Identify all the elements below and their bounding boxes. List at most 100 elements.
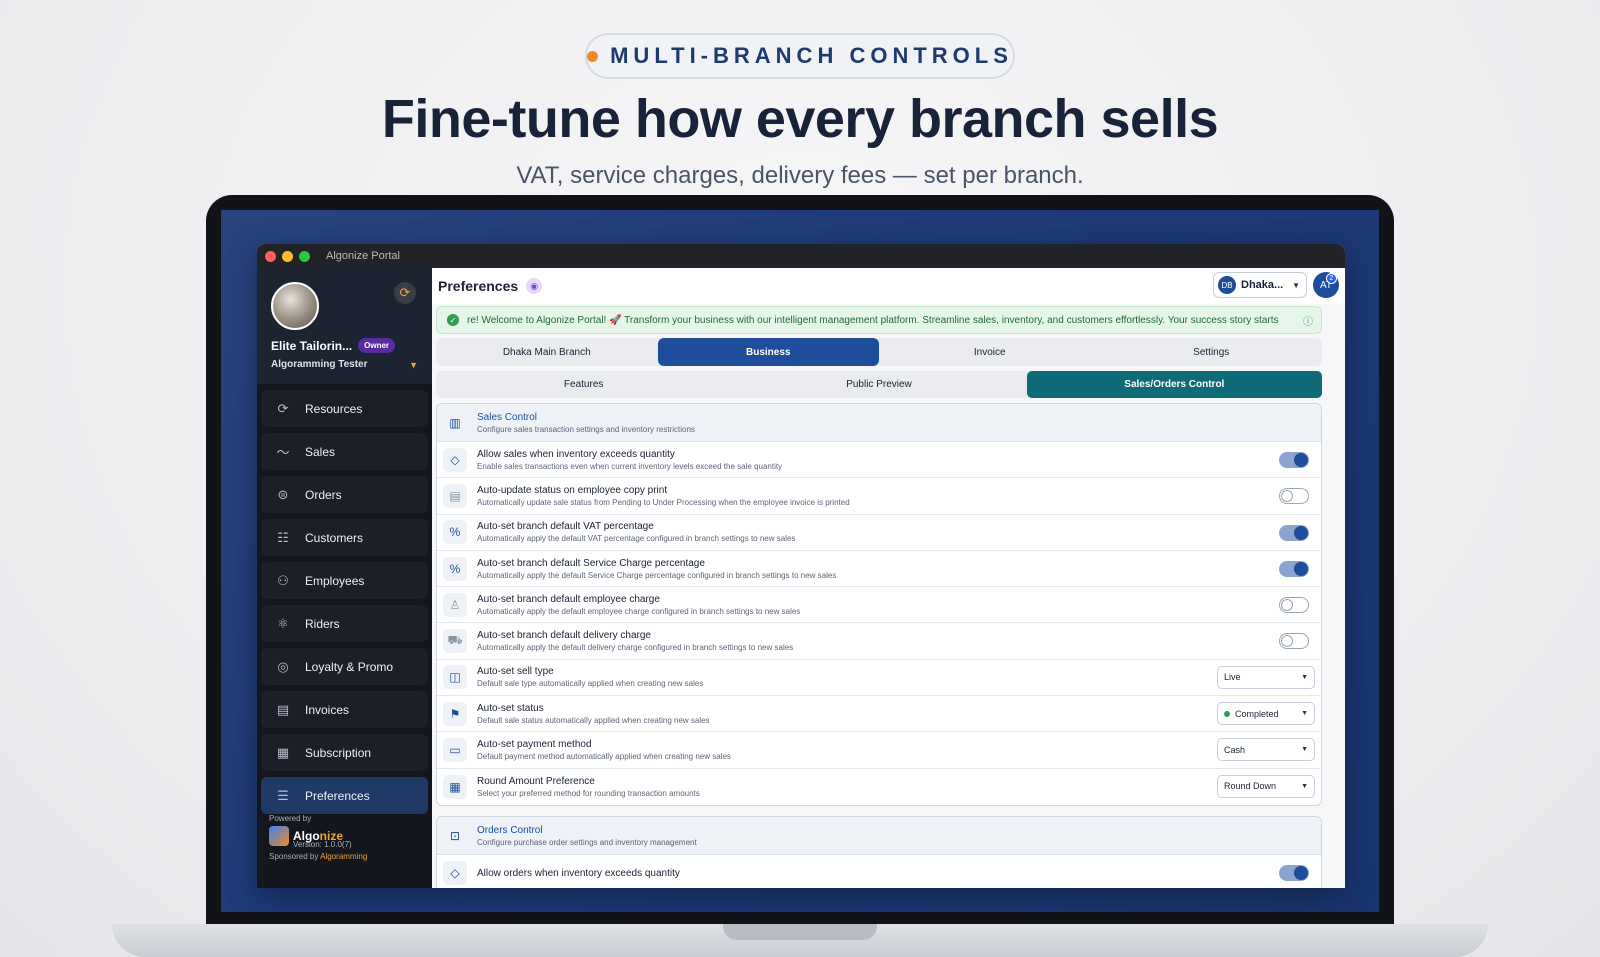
secondary-tabs: Features Public Preview Sales/Orders Con… [436, 371, 1322, 398]
setting-description: Enable sales transactions even when curr… [477, 461, 783, 471]
user-switcher[interactable]: Algoramming Tester ▼ [271, 359, 420, 370]
tab-business[interactable]: Business [657, 338, 879, 366]
tab-dhaka-main-branch[interactable]: Dhaka Main Branch [436, 338, 658, 366]
hero-subtitle: VAT, service charges, delivery fees — se… [516, 162, 1084, 189]
sidebar-item-riders[interactable]: ⚛ Riders [261, 605, 428, 642]
chevron-down-icon: ▼ [1301, 746, 1308, 754]
tag-icon: ◇ [443, 861, 467, 886]
status-dot-icon [1224, 710, 1230, 717]
app-window: Algonize Portal ⟳ Elite Tailorin... Owne… [257, 244, 1345, 888]
sidebar-item-invoices[interactable]: ▤ Invoices [261, 691, 428, 728]
card-icon: ▭ [443, 738, 467, 763]
window-title: Algonize Portal [326, 250, 400, 262]
status-select[interactable]: Completed ▼ [1217, 702, 1315, 726]
sidebar-item-label: Invoices [305, 702, 350, 717]
tab-settings[interactable]: Settings [1101, 338, 1323, 366]
sidebar-item-loyalty-promo[interactable]: ◎ Loyalty & Promo [261, 648, 428, 685]
tag-icon: ◇ [443, 447, 467, 472]
window-titlebar: Algonize Portal [257, 244, 1345, 268]
allow-sales-exceed-toggle[interactable] [1279, 452, 1309, 468]
setting-row: ▦ Round Amount Preference Select your pre… [437, 769, 1321, 805]
orders-control-section: ⊡ Orders Control Configure purchase orde… [436, 816, 1322, 888]
riders-icon: ⚛ [277, 615, 289, 631]
sponsor-link[interactable]: Algoramming [320, 852, 367, 861]
chevron-down-icon: ▼ [1301, 782, 1308, 790]
banner-text: re! Welcome to Algonize Portal! 🚀 Transf… [467, 314, 1279, 326]
setting-row: % Auto-set branch default Service Charge… [437, 551, 1321, 588]
chevron-down-icon: ▼ [409, 359, 418, 370]
sponsored-label: Sponsored by Algoramming [269, 852, 367, 861]
sliders-icon: ☰ [277, 787, 289, 803]
truck-icon: ⛟ [443, 629, 467, 654]
setting-title: Auto-update status on employee copy prin… [477, 484, 668, 496]
sales-control-section: ▥ Sales Control Configure sales transact… [436, 403, 1322, 806]
section-description: Configure sales transaction settings and… [477, 424, 695, 434]
setting-description: Automatically update sale status from Pe… [477, 497, 850, 507]
sidebar-item-label: Riders [305, 616, 340, 631]
invoice-icon: ▤ [276, 701, 290, 717]
close-window-button[interactable] [265, 250, 276, 262]
sidebar-item-orders[interactable]: ⊜ Orders [261, 476, 428, 513]
auto-service-charge-toggle[interactable] [1279, 560, 1309, 577]
sidebar-item-resources[interactable]: ⟳ Resources [261, 390, 428, 427]
sidebar-item-employees[interactable]: ⚇ Employees [261, 562, 428, 599]
primary-tabs: Dhaka Main Branch Business Invoice Setti… [436, 338, 1322, 366]
orders-icon: ⊜ [277, 486, 289, 502]
chevron-down-icon: ▼ [1292, 280, 1300, 290]
maximize-window-button[interactable] [299, 250, 310, 262]
laptop-frame: Algonize Portal ⟳ Elite Tailorin... Owne… [206, 195, 1394, 927]
bag-icon: ◫ [443, 665, 467, 690]
tab-public-preview[interactable]: Public Preview [731, 371, 1026, 398]
welcome-banner: ✓ re! Welcome to Algonize Portal! 🚀 Tran… [436, 306, 1322, 334]
setting-description: Default sale status automatically applie… [477, 715, 710, 725]
setting-row: ⚑ Auto-set status Default sale status aut… [437, 696, 1321, 733]
setting-title: Auto-set status [477, 702, 544, 714]
select-value: Completed [1235, 708, 1279, 719]
user-name: Algoramming Tester [271, 359, 368, 370]
cart-icon: ⊡ [443, 823, 467, 848]
sidebar-item-subscription[interactable]: ▦ Subscription [261, 734, 428, 771]
setting-description: Select your preferred method for roundin… [477, 788, 700, 798]
laptop-notch [723, 924, 877, 940]
info-icon[interactable]: ⓘ [1303, 313, 1313, 328]
round-amount-select[interactable]: Round Down ▼ [1217, 774, 1315, 798]
user-avatar-button[interactable]: AT 2 [1313, 272, 1339, 298]
tab-sales-orders-control[interactable]: Sales/Orders Control [1026, 371, 1322, 398]
orange-dot-icon [587, 50, 599, 62]
setting-title: Auto-set branch default employee charge [477, 593, 660, 605]
allow-orders-exceed-toggle[interactable] [1279, 865, 1309, 881]
section-title: Orders Control [477, 824, 543, 836]
preferences-badge-icon: ◉ [526, 278, 543, 294]
setting-title: Auto-set branch default Service Charge p… [477, 557, 705, 569]
auto-vat-toggle[interactable] [1279, 524, 1309, 541]
sidebar-item-preferences[interactable]: ☰ Preferences [261, 777, 428, 814]
auto-delivery-charge-toggle[interactable] [1279, 633, 1309, 650]
role-badge: Owner [358, 338, 396, 353]
calculator-icon: ▦ [443, 774, 467, 799]
auto-update-status-toggle[interactable] [1279, 488, 1309, 505]
sidebar-item-customers[interactable]: ☷ Customers [261, 519, 428, 556]
minimize-window-button[interactable] [282, 250, 293, 262]
branch-select[interactable]: DB Dhaka... ▼ [1213, 272, 1307, 298]
user-icon: ♙ [443, 592, 467, 617]
setting-description: Default payment method automatically app… [477, 752, 731, 762]
avatar[interactable] [271, 282, 319, 330]
setting-title: Auto-set branch default delivery charge [477, 630, 651, 642]
setting-row: ⛟ Auto-set branch default delivery charg… [437, 623, 1321, 660]
payment-method-select[interactable]: Cash ▼ [1217, 738, 1315, 762]
setting-title: Auto-set sell type [477, 666, 554, 678]
percent-icon: % [443, 520, 467, 545]
setting-row: ◇ Allow sales when inventory exceeds qua… [437, 442, 1321, 479]
sidebar-item-label: Customers [305, 530, 364, 545]
sell-type-select[interactable]: Live ▼ [1217, 665, 1315, 689]
setting-row: ♙ Auto-set branch default employee charg… [437, 587, 1321, 624]
sidebar-item-sales[interactable]: 〜 Sales [261, 433, 428, 470]
auto-employee-charge-toggle[interactable] [1279, 597, 1309, 614]
version-label: Version: 1.0.0(7) [293, 840, 352, 849]
tab-features[interactable]: Features [436, 371, 731, 398]
employees-icon: ⚇ [277, 572, 289, 588]
sidebar-item-label: Orders [305, 487, 342, 502]
sync-icon[interactable]: ⟳ [394, 282, 416, 304]
register-icon: ▥ [443, 410, 467, 435]
tab-invoice[interactable]: Invoice [879, 338, 1101, 366]
